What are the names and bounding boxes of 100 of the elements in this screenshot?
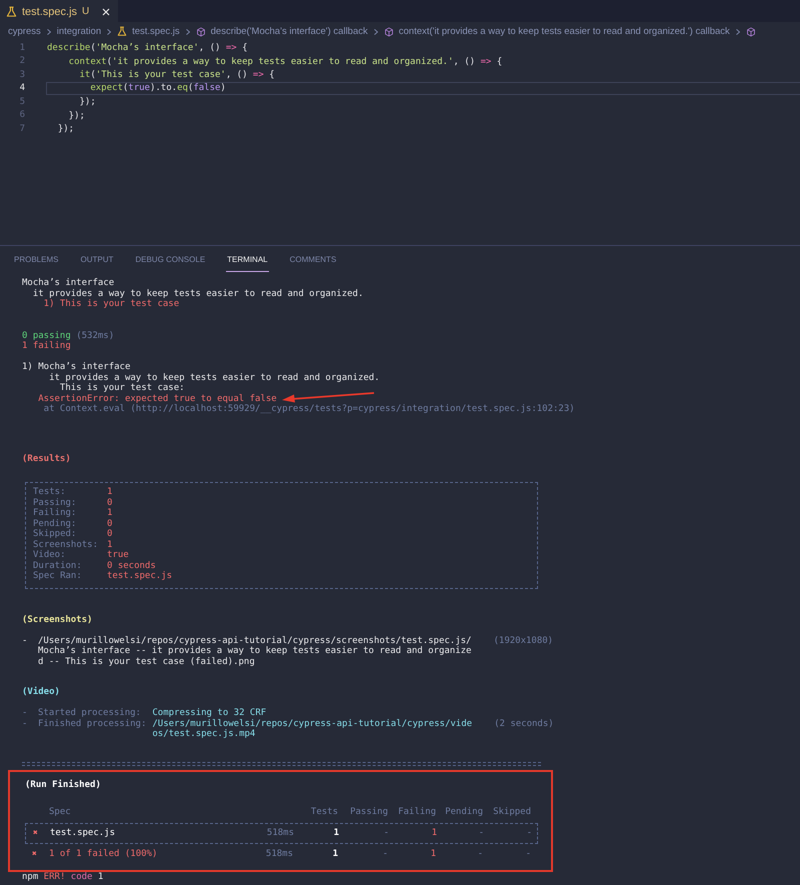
column-header: Passing <box>349 807 388 819</box>
file-path: Mocha’s interface -- it provides a way to keep tests easier to read and organize <box>38 646 472 656</box>
breadcrumb-item[interactable]: cypress <box>8 26 41 37</box>
column-header: Pending <box>444 807 483 819</box>
panel-tab[interactable]: TERMINAL <box>226 248 269 272</box>
terminal-line: AssertionError: expected true to equal false <box>37 394 277 404</box>
count: 1 <box>332 849 338 860</box>
terminal-line: Mocha’s interface <box>22 278 114 288</box>
fail-icon: ✖ <box>26 828 50 839</box>
terminal-line: 1 failing <box>22 341 71 352</box>
chevron-right-icon <box>372 26 379 36</box>
panel-tab[interactable]: PROBLEMS <box>13 248 60 272</box>
spec-name: test.spec.js <box>50 828 116 839</box>
fail-icon: ✖ <box>25 849 49 860</box>
result-value: 0 seconds <box>107 560 157 571</box>
breadcrumb-item[interactable]: context('it provides a way to keep tests easier to read and organized.') callback <box>398 26 730 37</box>
cube-icon <box>196 26 206 36</box>
result-value: true <box>107 550 130 560</box>
chevron-right-icon <box>46 26 52 36</box>
tab-label: test.spec.js <box>22 6 78 18</box>
code-line: it('This is your test case', () => { <box>78 69 276 82</box>
result-label: Tests: <box>33 487 67 498</box>
result-value: test.spec.js <box>107 571 172 582</box>
close-icon[interactable] <box>102 8 110 16</box>
terminal-line: This is your test case: <box>58 383 185 394</box>
result-value: 0 <box>107 518 114 529</box>
count: - <box>476 849 483 860</box>
terminal-line: it provides a way to keep tests easier to read and organized. <box>48 372 380 383</box>
file-path: /Users/murillowelsi/repos/cypress-api-tutorial/cypress/screenshots/test.spec.js/ <box>38 636 472 646</box>
line-number: 6 <box>18 110 25 120</box>
item-label: Started processing: <box>38 708 142 718</box>
column-header: Tests <box>310 807 338 819</box>
video-value: /Users/murillowelsi/repos/cypress-api-tutorial/cypress/vide <box>152 718 472 729</box>
count: - <box>382 828 389 839</box>
line-number: 4 <box>18 83 25 94</box>
breadcrumb-item[interactable]: test.spec.js <box>132 26 180 37</box>
breadcrumb-item[interactable]: integration <box>56 26 102 37</box>
cube-icon <box>746 26 756 36</box>
column-header: Spec <box>49 807 72 819</box>
duration: 518ms <box>264 849 293 860</box>
code-line: context('it provides a way to keep tests easier to read and organized.', () => { <box>68 56 504 68</box>
editor-tab[interactable]: test.spec.js U <box>0 0 118 22</box>
result-label: Spec Ran: <box>33 571 83 582</box>
terminal-line: at Context.eval (http://localhost:59929/__cypress/tests?p=cypress/integration/test.spec.js:102:23) <box>42 404 575 414</box>
git-status-label: U <box>82 6 90 17</box>
count: - <box>382 849 388 860</box>
duration: 518ms <box>266 828 294 839</box>
result-label: Pending: <box>33 518 78 529</box>
list-marker: - <box>22 718 28 730</box>
panel-tab[interactable]: DEBUG CONSOLE <box>134 248 206 272</box>
result-label: Duration: <box>33 560 83 571</box>
cube-icon <box>384 26 394 36</box>
breadcrumb-item[interactable]: describe('Mocha’s interface') callback <box>210 26 368 37</box>
result-label: Failing: <box>33 508 78 518</box>
terminal-line: 1) Mocha’s interface <box>22 362 130 372</box>
section-heading: (Results) <box>22 454 72 464</box>
count: - <box>524 849 531 860</box>
line-number: 1 <box>18 42 25 53</box>
spec-name: 1 of 1 failed (100%) <box>49 849 158 860</box>
item-label: Finished processing: <box>38 718 148 730</box>
chevron-right-icon <box>106 26 112 36</box>
line-number: 7 <box>18 124 25 134</box>
file-path: d -- This is your test case (failed).png <box>38 656 255 667</box>
result-value: 0 <box>107 498 114 508</box>
result-value: 1 <box>107 508 114 518</box>
count: 1 <box>430 849 436 860</box>
chevron-right-icon <box>734 26 741 36</box>
flask-icon <box>6 6 17 18</box>
code-line: describe('Mocha’s interface', () => { <box>46 42 249 54</box>
count: - <box>478 828 484 839</box>
line-number: 5 <box>18 96 25 107</box>
list-marker: - <box>22 708 28 718</box>
column-header: Skipped <box>492 807 531 819</box>
code-line: }); <box>56 123 76 136</box>
flask-icon <box>117 26 128 37</box>
panel-tab[interactable]: COMMENTS <box>288 248 338 272</box>
result-label: Video: <box>33 550 67 560</box>
chevron-right-icon <box>184 26 191 36</box>
code-line: }); <box>78 96 97 108</box>
section-heading: (Screenshots) <box>22 614 94 625</box>
result-value: 1 <box>107 487 114 498</box>
terminal-line: it provides a way to keep tests easier to read and organized. <box>32 288 364 299</box>
video-value: os/test.spec.js.mp4 <box>152 729 256 740</box>
result-value: 0 <box>107 529 114 540</box>
terminal-line: npm ERR! code 1 <box>22 872 104 882</box>
line-number: 2 <box>18 56 25 66</box>
result-value: 1 <box>107 540 114 550</box>
count: 1 <box>332 828 339 839</box>
column-header: Failing <box>397 807 436 819</box>
result-label: Screenshots: <box>33 540 100 550</box>
list-marker: - <box>22 636 28 648</box>
code-line: expect(true).to.eq(false) <box>46 82 800 95</box>
code-line: }); <box>68 110 86 122</box>
item-note: (1920x1080) <box>493 636 554 648</box>
panel-tab[interactable]: OUTPUT <box>79 248 114 272</box>
result-label: Passing: <box>33 498 78 508</box>
section-heading: (Run Finished) <box>25 780 102 790</box>
count: 1 <box>430 828 437 839</box>
video-value: Compressing to 32 CRF <box>152 708 266 718</box>
terminal-line: 1) This is your test case <box>42 299 180 310</box>
